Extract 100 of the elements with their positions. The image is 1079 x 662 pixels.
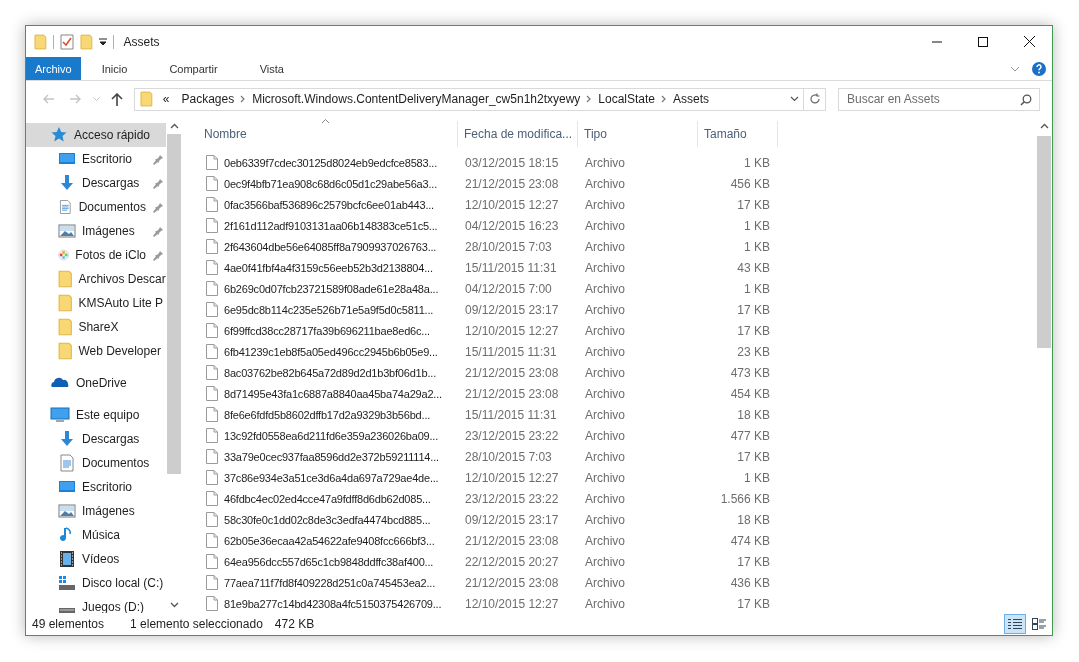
file-name[interactable]: 81e9ba277c14bd42308a4fc5150375426709...: [196, 596, 458, 611]
file-name[interactable]: 6f99ffcd38cc28717fa39b696211bae8ed6c...: [196, 323, 458, 338]
sidebar-item[interactable]: Este equipo: [26, 403, 166, 427]
column-header[interactable]: Tipo: [578, 121, 698, 147]
file-name[interactable]: 6e95dc8b114c235e526b71e5a9f5d0c5811...: [196, 302, 458, 317]
file-name[interactable]: 13c92fd0558ea6d211fd6e359a236026ba09...: [196, 428, 458, 443]
date-cell-text: 23/12/2015 23:22: [464, 428, 560, 443]
sidebar-item[interactable]: Imágenes: [26, 499, 166, 523]
file-name[interactable]: 33a79e0cec937faa8596dd2e372b59211114...: [196, 449, 458, 464]
folder-button[interactable]: [34, 33, 47, 50]
scroll-down-icon[interactable]: [169, 601, 179, 608]
download-arrow-icon: [58, 174, 76, 192]
type-cell-text: Archivo: [584, 449, 626, 464]
file-name[interactable]: 58c30fe0c1dd02c8de3c3edfa4474bcd885...: [196, 512, 458, 527]
sidebar-item[interactable]: Vídeos: [26, 547, 166, 571]
file-icon: [206, 239, 218, 254]
file-icon: [206, 260, 218, 275]
date-cell-text: 28/10/2015 7:03: [464, 239, 553, 254]
scroll-thumb[interactable]: [1037, 136, 1051, 348]
folder-icon: [58, 294, 73, 312]
scroll-up-icon[interactable]: [169, 122, 179, 129]
file-name[interactable]: 2f643604dbe56e64085ff8a7909937026763...: [196, 239, 458, 254]
breadcrumb-item[interactable]: LocalState: [592, 92, 662, 106]
type-cell-text: Archivo: [584, 575, 626, 590]
file-name[interactable]: 37c86e934e3a51ce3d6a4da697a729ae4de...: [196, 470, 458, 485]
scroll-thumb[interactable]: [167, 134, 181, 474]
chevron-right-icon: [661, 95, 668, 103]
type-cell-text: Archivo: [584, 197, 626, 212]
sidebar-item[interactable]: Música: [26, 523, 166, 547]
file-name[interactable]: 8d71495e43fa1c6887a8840aa45ba74a29a2...: [196, 386, 458, 401]
file-name[interactable]: 62b05e36ecaa42a54622afe9408fcc666bf3...: [196, 533, 458, 548]
file-icon: [206, 323, 218, 338]
size-cell-text: 1 KB: [743, 470, 770, 485]
file-name[interactable]: 77aea711f7fd8f409228d251c0a745453ea2...: [196, 575, 458, 590]
file-name[interactable]: 8ac03762be82b645a72d89d2d1b3bf06d1b...: [196, 365, 458, 380]
type-cell-text: Archivo: [584, 155, 626, 170]
chevron-down-icon: [92, 97, 100, 101]
file-name[interactable]: 0ec9f4bfb71ea908c68d6c05d1c29abe56a3...: [196, 176, 458, 191]
date-cell-text: 12/10/2015 12:27: [464, 470, 560, 485]
type-cell-text: Archivo: [584, 470, 626, 485]
size-cell-text: 456 KB: [729, 176, 770, 191]
file-name[interactable]: 2f161d112adf9103131aa06b148383ce51c5...: [196, 218, 458, 233]
overflow-button[interactable]: «: [156, 92, 176, 106]
breadcrumb-item[interactable]: Microsoft.Windows.ContentDeliveryManager_cw5n1h2txyewy: [246, 92, 587, 106]
sidebar-item[interactable]: Disco local (C:): [26, 571, 166, 595]
file-name[interactable]: 6fb41239c1eb8f5a05ed496cc2945b6b05e9...: [196, 344, 458, 359]
sidebar-item[interactable]: Escritorio: [26, 147, 166, 171]
size-cell-text: 1.566 KB: [719, 491, 770, 506]
selection-status: 1 elemento seleccionado: [130, 617, 263, 631]
sidebar-item[interactable]: Web Developer: [26, 339, 166, 363]
type-cell-text: Archivo: [584, 176, 626, 191]
customize-button[interactable]: [98, 37, 107, 46]
new-folder-button[interactable]: [79, 33, 93, 50]
pin-icon: [152, 201, 164, 213]
sidebar-item[interactable]: Descargas: [26, 427, 166, 451]
sidebar-item[interactable]: Escritorio: [26, 475, 166, 499]
sidebar-item[interactable]: Acceso rápido: [26, 123, 166, 147]
sidebar-item[interactable]: Juegos (D:): [26, 595, 166, 613]
folder-icon: [140, 91, 153, 107]
file-name[interactable]: 46fdbc4ec02ed4cce47a9fdff8d6db62d085...: [196, 491, 458, 506]
column-header[interactable]: Nombre: [196, 121, 458, 147]
ribbon-tab[interactable]: Inicio: [80, 57, 149, 80]
sidebar-item[interactable]: Documentos: [26, 195, 166, 219]
breadcrumb-item[interactable]: Packages: [175, 92, 241, 106]
ribbon-tab[interactable]: Vista: [238, 57, 305, 80]
type-cell-text: Archivo: [584, 323, 626, 338]
breadcrumb-item[interactable]: Assets: [667, 92, 716, 106]
column-header[interactable]: Tamaño: [698, 121, 778, 147]
size-cell-text: 1 KB: [743, 218, 770, 233]
file-menu-tab[interactable]: Archivo: [26, 57, 81, 80]
file-icon: [206, 554, 218, 569]
file-name[interactable]: 0fac3566baf536896c2579bcfc6ee01ab443...: [196, 197, 458, 212]
sidebar-item[interactable]: KMSAuto Lite P: [26, 291, 166, 315]
ribbon-tab[interactable]: Compartir: [148, 57, 239, 80]
address-bar[interactable]: « Packages Microsoft.Windows.ContentDeliveryManager_cw5n1h2txyewy LocalState Assets: [134, 87, 826, 111]
properties-button[interactable]: [59, 33, 74, 50]
file-name[interactable]: 6b269c0d07fcb23721589f08ade61e28a48a...: [196, 281, 458, 296]
sidebar-item[interactable]: Descargas: [26, 171, 166, 195]
size-cell-text: 454 KB: [729, 386, 770, 401]
sidebar-item[interactable]: Fotos de iClo: [26, 243, 166, 267]
maximize-icon: [978, 36, 988, 47]
file-name[interactable]: 64ea956dcc557d65c1cb9848ddffc38af400...: [196, 554, 458, 569]
file-name[interactable]: 0eb6339f7cdec30125d8024eb9edcfce8583...: [196, 155, 458, 170]
date-cell-text: 12/10/2015 12:27: [464, 323, 560, 338]
drive-icon: [58, 574, 76, 592]
sidebar-item[interactable]: Archivos Descar: [26, 267, 166, 291]
date-cell-text: 04/12/2015 16:23: [464, 218, 560, 233]
chevron-down-icon[interactable]: [1010, 65, 1020, 72]
sidebar-item[interactable]: OneDrive: [26, 371, 166, 395]
size-cell-text: 23 KB: [736, 344, 770, 359]
sidebar-item[interactable]: Imágenes: [26, 219, 166, 243]
sidebar-item[interactable]: ShareX: [26, 315, 166, 339]
details-view-button[interactable]: [1004, 614, 1026, 634]
help-icon[interactable]: [1032, 61, 1046, 76]
search-field[interactable]: Buscar en Assets: [838, 87, 1040, 111]
column-header[interactable]: Fecha de modifica...: [458, 121, 578, 147]
file-name[interactable]: 8fe6e6fdfd5b8602dffb17d2a9329b3b56bd...: [196, 407, 458, 422]
scroll-up-icon[interactable]: [1039, 122, 1049, 129]
sidebar-item[interactable]: Documentos: [26, 451, 166, 475]
file-name[interactable]: 4ae0f41fbf4a4f3159c56eeb52b3d2138804...: [196, 260, 458, 275]
